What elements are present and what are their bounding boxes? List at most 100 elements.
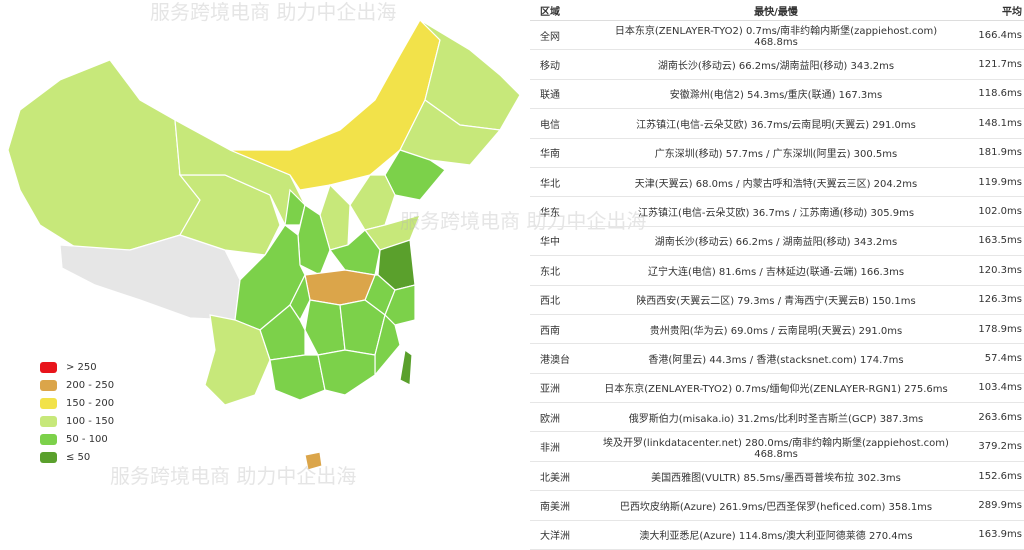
legend-label: 100 - 150 [66,415,115,427]
table-row: 全网 日本东京(ZENLAYER-TYO2) 0.7ms/南非约翰内斯堡(zapp… [530,20,1024,51]
legend-swatch [40,433,57,445]
map-legend: > 250 200 - 250 150 - 200 100 - 150 50 -… [40,358,114,466]
legend-label: 50 - 100 [66,433,108,445]
cell-fastest-slowest: 日本东京(ZENLAYER-TYO2) 0.7ms/缅甸仰光(ZENLAYER-… [591,373,961,404]
table-row: 东北 辽宁大连(电信) 81.6ms / 吉林延边(联通-云端) 166.3ms 1… [530,255,1024,286]
legend-swatch [40,361,57,373]
cell-region: 华北 [530,167,591,198]
cell-region: 西北 [530,285,591,315]
table-row: 大洋洲 澳大利亚悉尼(Azure) 114.8ms/澳大利亚阿德莱德 270.4m… [530,520,1024,550]
cell-average: 263.6ms [961,402,1024,433]
header-fastest-slowest: 最快/最慢 [591,0,961,21]
legend-swatch [40,451,57,463]
cell-fastest-slowest: 辽宁大连(电信) 81.6ms / 吉林延边(联通-云端) 166.3ms [591,255,961,286]
cell-region: 北美洲 [530,461,591,492]
cell-average: 126.3ms [961,285,1024,315]
cell-fastest-slowest: 贵州贵阳(华为云) 69.0ms / 云南昆明(天翼云) 291.0ms [591,314,961,345]
table-row: 非洲 埃及开罗(linkdatacenter.net) 280.0ms/南非约翰内… [530,431,1024,462]
cell-fastest-slowest: 巴西坎皮纳斯(Azure) 261.9ms/巴西圣保罗(heficed.com)… [591,490,961,521]
table-row: 移动 湖南长沙(移动云) 66.2ms/湖南益阳(移动) 343.2ms 121.7… [530,49,1024,80]
cell-region: 亚洲 [530,373,591,404]
cell-region: 移动 [530,49,591,80]
cell-average: 121.7ms [961,49,1024,80]
table-row: 华东 江苏镇江(电信-云朵艾欧) 36.7ms / 江苏南通(移动) 305.9m… [530,196,1024,227]
table-row: 北美洲 美国西雅图(VULTR) 85.5ms/墨西哥普埃布拉 302.3ms 15… [530,461,1024,492]
cell-region: 大洋洲 [530,520,591,550]
legend-label: 150 - 200 [66,397,115,409]
cell-fastest-slowest: 埃及开罗(linkdatacenter.net) 280.0ms/南非约翰内斯堡… [591,431,961,462]
legend-item[interactable]: 50 - 100 [40,430,114,448]
table-row: 西南 贵州贵阳(华为云) 69.0ms / 云南昆明(天翼云) 291.0ms 17… [530,314,1024,345]
legend-item[interactable]: 150 - 200 [40,394,114,412]
cell-fastest-slowest: 湖南长沙(移动云) 66.2ms / 湖南益阳(移动) 343.2ms [591,226,961,257]
cell-fastest-slowest: 美国西雅图(VULTR) 85.5ms/墨西哥普埃布拉 302.3ms [591,461,961,492]
region-guangxi[interactable] [269,354,326,401]
cell-average: 152.6ms [961,461,1024,492]
cell-fastest-slowest: 陕西西安(天翼云二区) 79.3ms / 青海西宁(天翼云B) 150.1ms [591,285,961,315]
table-header: 区域 最快/最慢 平均 [530,0,1024,21]
region-guangdong[interactable] [317,349,376,396]
legend-item[interactable]: ≤ 50 [40,448,114,466]
cell-average: 163.5ms [961,226,1024,257]
cell-fastest-slowest: 澳大利亚悉尼(Azure) 114.8ms/澳大利亚阿德莱德 270.4ms [591,520,961,550]
cell-average: 181.9ms [961,138,1024,168]
cell-fastest-slowest: 香港(阿里云) 44.3ms / 香港(stacksnet.com) 174.7… [591,343,961,374]
cell-region: 华东 [530,196,591,227]
table-row: 华南 广东深圳(移动) 57.7ms / 广东深圳(阿里云) 300.5ms 181… [530,138,1024,168]
region-tibet[interactable] [59,234,241,321]
legend-label: > 250 [66,361,97,373]
cell-average: 57.4ms [961,343,1024,374]
region-hainan[interactable] [304,451,323,471]
cell-average: 166.4ms [961,20,1024,51]
cell-average: 178.9ms [961,314,1024,345]
legend-item[interactable]: 200 - 250 [40,376,114,394]
legend-swatch [40,379,57,391]
cell-average: 148.1ms [961,108,1024,139]
table-row: 华中 湖南长沙(移动云) 66.2ms / 湖南益阳(移动) 343.2ms 163… [530,226,1024,257]
cell-region: 华中 [530,226,591,257]
cell-region: 华南 [530,138,591,168]
cell-fastest-slowest: 俄罗斯伯力(misaka.io) 31.2ms/比利时圣吉斯兰(GCP) 387… [591,402,961,433]
legend-item[interactable]: 100 - 150 [40,412,114,430]
cell-fastest-slowest: 日本东京(ZENLAYER-TYO2) 0.7ms/南非约翰内斯堡(zappie… [591,20,961,51]
region-xinjiang[interactable] [7,59,201,251]
cell-average: 289.9ms [961,490,1024,521]
cell-region: 全网 [530,20,591,51]
table-row: 华北 天津(天翼云) 68.0ms / 内蒙古呼和浩特(天翼云三区) 204.2m… [530,167,1024,198]
header-average: 平均 [961,0,1024,21]
cell-fastest-slowest: 广东深圳(移动) 57.7ms / 广东深圳(阿里云) 300.5ms [591,138,961,168]
cell-region: 电信 [530,108,591,139]
cell-average: 119.9ms [961,167,1024,198]
cell-fastest-slowest: 江苏镇江(电信-云朵艾欧) 36.7ms / 江苏南通(移动) 305.9ms [591,196,961,227]
cell-region: 东北 [530,255,591,286]
legend-label: ≤ 50 [66,451,91,463]
table-row: 港澳台 香港(阿里云) 44.3ms / 香港(stacksnet.com) 17… [530,343,1024,374]
region-hebei[interactable] [349,174,396,231]
table-row: 联通 安徽滁州(电信2) 54.3ms/重庆(联通) 167.3ms 118.6ms [530,79,1024,110]
cell-region: 南美洲 [530,490,591,521]
cell-region: 联通 [530,79,591,110]
legend-item[interactable]: > 250 [40,358,114,376]
cell-region: 西南 [530,314,591,345]
cell-average: 102.0ms [961,196,1024,227]
table-row: 南美洲 巴西坎皮纳斯(Azure) 261.9ms/巴西圣保罗(heficed.c… [530,490,1024,521]
cell-average: 379.2ms [961,431,1024,462]
cell-fastest-slowest: 湖南长沙(移动云) 66.2ms/湖南益阳(移动) 343.2ms [591,49,961,80]
cell-average: 103.4ms [961,373,1024,404]
legend-swatch [40,397,57,409]
legend-swatch [40,415,57,427]
cell-fastest-slowest: 安徽滁州(电信2) 54.3ms/重庆(联通) 167.3ms [591,79,961,110]
table-row: 西北 陕西西安(天翼云二区) 79.3ms / 青海西宁(天翼云B) 150.1m… [530,285,1024,315]
region-taiwan[interactable] [399,348,413,386]
header-region: 区域 [530,0,591,21]
table-row: 电信 江苏镇江(电信-云朵艾欧) 36.7ms/云南昆明(天翼云) 291.0ms… [530,108,1024,139]
latency-table: 区域 最快/最慢 平均 全网 日本东京(ZENLAYER-TYO2) 0.7ms/… [530,0,1024,550]
cell-region: 港澳台 [530,343,591,374]
cell-region: 欧洲 [530,402,591,433]
table-row: 亚洲 日本东京(ZENLAYER-TYO2) 0.7ms/缅甸仰光(ZENLAYE… [530,373,1024,404]
cell-region: 非洲 [530,431,591,462]
cell-average: 120.3ms [961,255,1024,286]
cell-average: 163.9ms [961,520,1024,550]
region-hunan[interactable] [304,299,346,356]
cell-fastest-slowest: 江苏镇江(电信-云朵艾欧) 36.7ms/云南昆明(天翼云) 291.0ms [591,108,961,139]
